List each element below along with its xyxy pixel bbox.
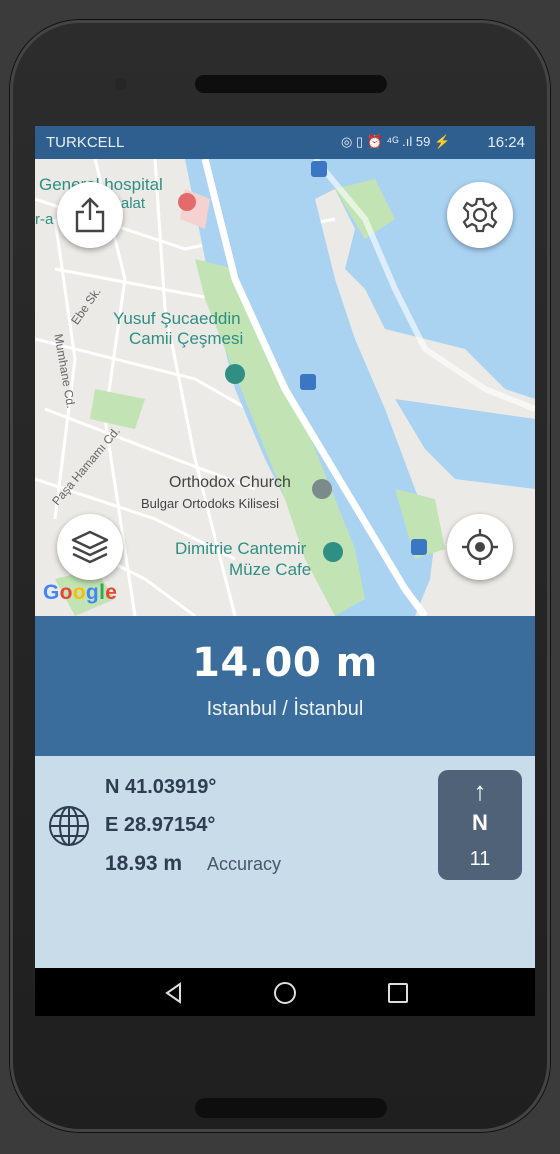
- map-label-dimitrie-line1: Dimitrie Cantemir: [175, 539, 307, 558]
- screen: TURKCELL ◎ ▯ ⏰ ⁴ᴳ .ıl 59 ⚡ 16:24 General…: [35, 126, 535, 1016]
- coordinates-panel: N 41.03919° E 28.97154° 18.93 m Accuracy…: [35, 756, 535, 968]
- layers-icon: [71, 530, 109, 564]
- crosshair-icon: [462, 529, 498, 565]
- place-name: Istanbul / İstanbul: [206, 698, 364, 720]
- carrier-name: TURKCELL: [46, 134, 125, 151]
- front-camera: [115, 78, 127, 90]
- map-label-yusuf-line2: Camii Çeşmesi: [129, 329, 244, 348]
- compass-degrees: 11: [469, 848, 491, 870]
- map-label-yusuf-line1: Yusuf Şucaeddin: [113, 309, 241, 328]
- earpiece-speaker: [195, 75, 387, 93]
- clock: 16:24: [487, 134, 525, 151]
- back-icon[interactable]: [161, 980, 187, 1006]
- map-label-church-line2: Bulgar Ortodoks Kilisesi: [141, 496, 279, 511]
- map-label-church-line1: Orthodox Church: [169, 474, 291, 491]
- google-logo: Google: [43, 581, 118, 604]
- status-bar: TURKCELL ◎ ▯ ⏰ ⁴ᴳ .ıl 59 ⚡ 16:24: [35, 126, 535, 159]
- recents-icon[interactable]: [385, 980, 411, 1006]
- globe-icon: [49, 806, 89, 846]
- gear-icon: [462, 197, 498, 233]
- longitude-value: E 28.97154°: [105, 814, 216, 836]
- altitude-value: 14.00 m: [192, 640, 378, 686]
- accuracy-value: 18.93 m: [105, 852, 183, 875]
- compass-indicator[interactable]: ↑ N 11: [438, 770, 522, 880]
- altitude-panel: 14.00 m Istanbul / İstanbul: [35, 616, 535, 756]
- share-icon: [75, 197, 105, 233]
- settings-button[interactable]: [447, 182, 513, 248]
- status-icons: ◎ ▯ ⏰ ⁴ᴳ .ıl 59 ⚡: [341, 134, 451, 149]
- share-button[interactable]: [57, 182, 123, 248]
- map-view[interactable]: General hospital el Balat r-a stanesi Yu…: [35, 159, 535, 616]
- my-location-button[interactable]: [447, 514, 513, 580]
- north-arrow-icon: ↑: [473, 776, 487, 806]
- bottom-speaker: [195, 1098, 387, 1118]
- layers-button[interactable]: [57, 514, 123, 580]
- map-label-dimitrie-line2: Müze Cafe: [229, 560, 312, 579]
- compass-direction: N: [472, 810, 488, 835]
- home-icon[interactable]: [272, 980, 298, 1006]
- latitude-value: N 41.03919°: [105, 776, 217, 798]
- navigation-bar: [35, 968, 535, 1016]
- accuracy-label: Accuracy: [207, 854, 282, 874]
